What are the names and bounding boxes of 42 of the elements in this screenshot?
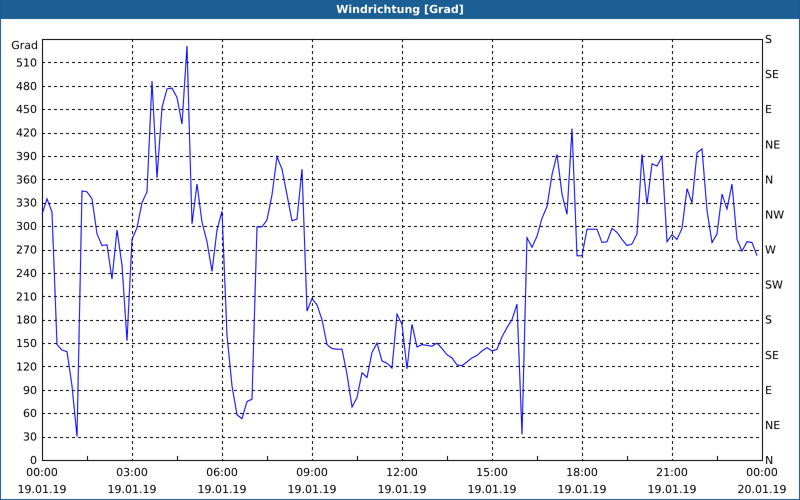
direction-label: NE [765, 138, 780, 152]
y-tick-label: 90 [23, 384, 37, 397]
x-tick-label: 09:00 19.01.19 [288, 466, 336, 496]
direction-label: S [765, 33, 772, 46]
window-title: Windrichtung [Grad] [1, 0, 799, 19]
y-tick-label: 450 [16, 103, 37, 116]
direction-label: NW [765, 208, 784, 222]
y-tick-label: 150 [16, 337, 37, 350]
y-tick-label: 330 [16, 196, 37, 210]
direction-label: SE [765, 68, 779, 82]
y-tick-label: 480 [16, 80, 37, 93]
direction-label: SW [765, 278, 783, 292]
y-tick-label: 240 [16, 266, 37, 280]
x-tick-label: 21:00 19.01.19 [648, 466, 696, 496]
y-tick-label: 120 [16, 360, 37, 374]
direction-label: N [765, 173, 774, 186]
direction-label: NE [765, 418, 780, 432]
direction-label: W [765, 244, 776, 256]
y-tick-label: 0 [30, 454, 37, 467]
direction-label: S [765, 314, 772, 327]
y-tick-label: 270 [16, 244, 37, 256]
y-tick-label: 420 [16, 126, 37, 140]
y-tick-label: 210 [16, 290, 37, 304]
direction-label: N [765, 454, 774, 467]
direction-label: E [765, 103, 772, 116]
x-tick-label: 12:00 19.01.19 [378, 466, 426, 496]
y-tick-label: 30 [23, 430, 37, 444]
y-tick-label: 510 [16, 56, 37, 70]
y-tick-label: 360 [16, 173, 37, 186]
y-tick-label: 180 [16, 314, 37, 327]
x-tick-label: 06:00 19.01.19 [198, 466, 246, 496]
direction-label: SE [765, 348, 779, 362]
direction-label: E [765, 384, 772, 397]
y-tick-label: 60 [23, 407, 37, 420]
y-axis-title: Grad [11, 39, 38, 52]
y-tick-label: 390 [16, 150, 37, 163]
x-tick-label: 15:00 19.01.19 [468, 466, 516, 496]
x-tick-label: 00:00 20.01.19 [738, 466, 786, 496]
x-tick-label: 03:00 19.01.19 [108, 466, 156, 496]
x-tick-label: 00:00 19.01.19 [18, 466, 66, 496]
x-tick-label: 18:00 19.01.19 [558, 466, 606, 496]
y-tick-label: 300 [16, 220, 37, 234]
